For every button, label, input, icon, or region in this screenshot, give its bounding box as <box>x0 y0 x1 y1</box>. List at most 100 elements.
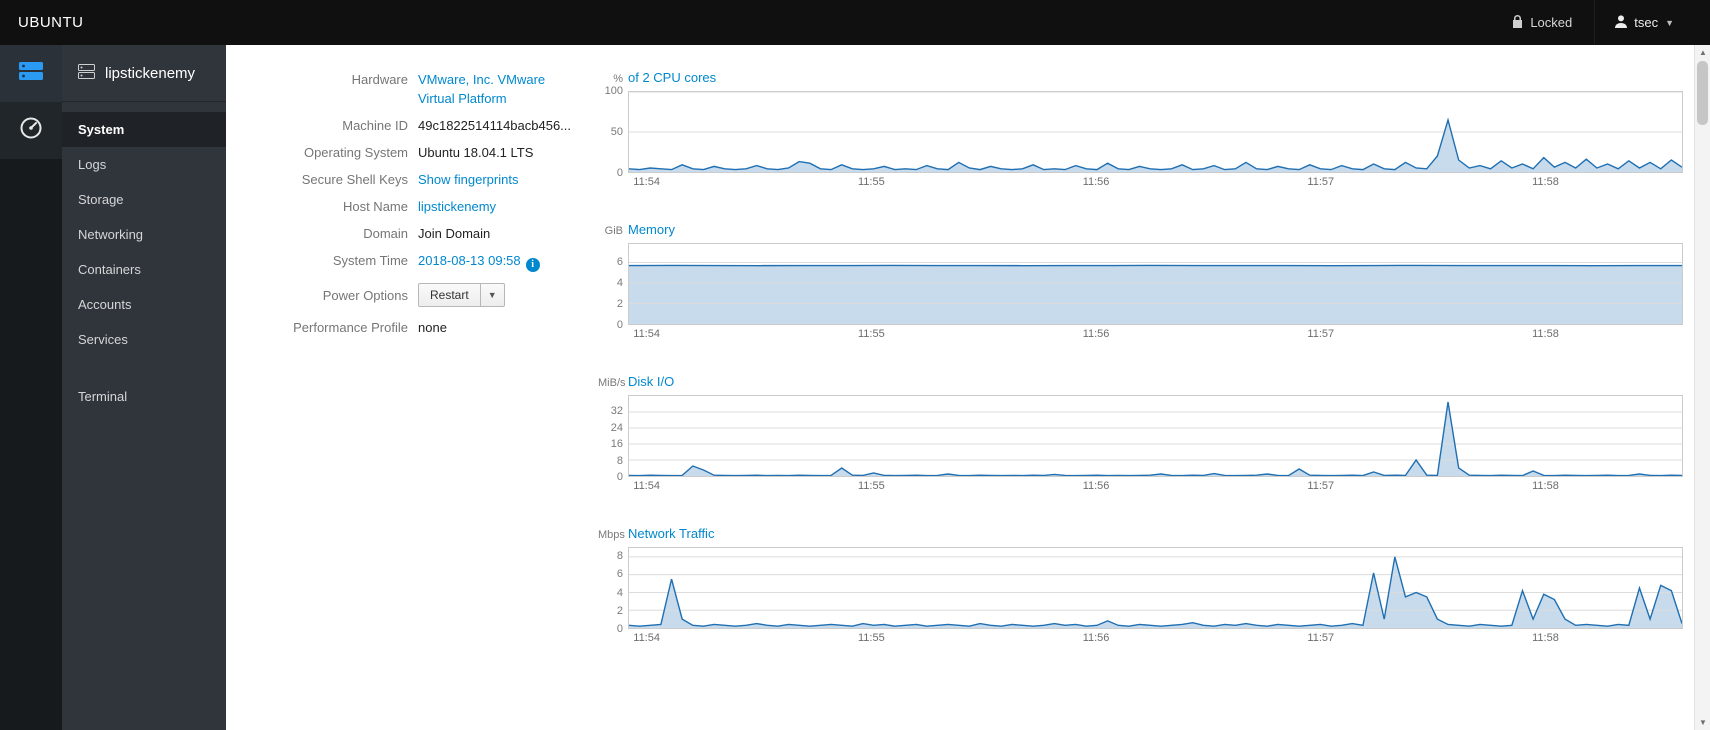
machine-id-label: Machine ID <box>342 118 408 133</box>
join-domain-value[interactable]: Join Domain <box>418 224 598 243</box>
hardware-link[interactable]: VMware, Inc. VMware Virtual Platform <box>418 72 545 106</box>
y-tick-label: 0 <box>616 623 623 635</box>
memory-chart: GiB Memory 0246 11:54 11:55 11:56 11:57 11:5… <box>598 222 1683 345</box>
y-tick-label: 100 <box>604 85 623 97</box>
cpu-unit-label: % <box>613 73 623 85</box>
y-tick-label: 0 <box>616 471 623 483</box>
sidebar-divider <box>62 357 226 379</box>
system-time-link[interactable]: 2018-08-13 09:58 <box>418 253 521 268</box>
locked-label: Locked <box>1530 15 1573 30</box>
sidebar-item-system[interactable]: System <box>62 112 226 147</box>
system-time-label: System Time <box>332 253 408 268</box>
scrollbar-thumb[interactable] <box>1697 61 1708 125</box>
disk-io-chart-title-link[interactable]: Disk I/O <box>628 374 674 389</box>
cpu-x-axis: 11:54 11:55 11:56 11:57 11:58 <box>628 176 1683 193</box>
disk-io-y-axis: 0 8 16 24 32 <box>598 395 628 483</box>
sidebar-item-logs[interactable]: Logs <box>62 147 226 182</box>
x-tick-label: 11:54 <box>633 176 660 188</box>
os-value: Ubuntu 18.04.1 LTS <box>418 145 534 160</box>
memory-x-axis: 11:54 11:55 11:56 11:57 11:58 <box>628 328 1683 345</box>
power-options-label: Power Options <box>322 287 408 303</box>
sidebar: lipstickenemy System Logs Storage Networ… <box>62 45 226 730</box>
ssh-keys-label: Secure Shell Keys <box>301 172 408 187</box>
x-tick-label: 11:58 <box>1532 328 1559 340</box>
cpu-plot-area <box>628 91 1683 173</box>
x-tick-label: 11:57 <box>1307 480 1335 492</box>
vertical-scrollbar[interactable]: ▲ ▼ <box>1694 45 1710 730</box>
network-y-axis: 0 2 4 6 8 <box>598 547 628 635</box>
network-plot-area <box>628 547 1683 629</box>
main-content: Hardware VMware, Inc. VMware Virtual Pla… <box>226 45 1693 730</box>
topbar-right: Locked tsec ▼ <box>1490 0 1710 45</box>
disk-io-x-axis: 11:54 11:55 11:56 11:57 11:58 <box>628 480 1683 497</box>
top-bar: UBUNTU Locked tsec ▼ <box>0 0 1710 45</box>
scroll-down-arrow[interactable]: ▼ <box>1695 715 1710 730</box>
rail-item-dashboard[interactable] <box>0 102 62 159</box>
network-unit-label: Mbps <box>598 529 625 541</box>
memory-chart-title-link[interactable]: Memory <box>628 222 675 237</box>
y-tick-label: 0 <box>616 167 623 179</box>
restart-button[interactable]: Restart <box>418 283 481 307</box>
detail-row-hostname: Host Name lipstickenemy <box>250 197 598 216</box>
sidebar-item-networking[interactable]: Networking <box>62 217 226 252</box>
system-details: Hardware VMware, Inc. VMware Virtual Pla… <box>250 70 598 730</box>
dashboard-gauge-icon <box>19 117 43 144</box>
x-tick-label: 11:55 <box>857 328 885 340</box>
memory-y-axis: 0 2 4 6 <box>598 243 628 331</box>
x-tick-label: 11:58 <box>1532 480 1559 492</box>
network-chart-title-link[interactable]: Network Traffic <box>628 526 714 541</box>
detail-row-power-options: Power Options Restart ▼ <box>250 280 598 310</box>
y-tick-label: 2 <box>616 297 623 310</box>
user-menu[interactable]: tsec ▼ <box>1594 0 1694 45</box>
x-tick-label: 11:54 <box>633 632 660 644</box>
x-tick-label: 11:56 <box>1082 632 1110 644</box>
x-tick-label: 11:58 <box>1532 632 1559 644</box>
user-icon <box>1615 14 1628 31</box>
cpu-chart: % of 2 CPU cores 0 50 100 11:54 11:55 11:56 1… <box>598 70 1683 193</box>
memory-unit-label: GiB <box>604 225 623 237</box>
domain-label: Domain <box>363 226 408 241</box>
network-traffic-chart: Mbps Network Traffic 02468 11:54 11:55 11:… <box>598 526 1683 649</box>
x-tick-label: 11:56 <box>1082 480 1110 492</box>
host-name-label: Host Name <box>342 199 408 214</box>
network-x-axis: 11:54 11:55 11:56 11:57 11:58 <box>628 632 1683 649</box>
sidebar-item-storage[interactable]: Storage <box>62 182 226 217</box>
y-tick-label: 50 <box>610 126 623 138</box>
host-icon <box>78 63 95 83</box>
y-tick-label: 16 <box>610 438 623 451</box>
detail-row-hardware: Hardware VMware, Inc. VMware Virtual Pla… <box>250 70 598 108</box>
memory-plot-area <box>628 243 1683 325</box>
host-name-link[interactable]: lipstickenemy <box>418 199 496 214</box>
restart-dropdown-caret[interactable]: ▼ <box>480 283 505 307</box>
sidebar-item-accounts[interactable]: Accounts <box>62 287 226 322</box>
x-tick-label: 11:56 <box>1082 176 1110 188</box>
x-tick-label: 11:54 <box>633 328 660 340</box>
disk-io-plot-area <box>628 395 1683 477</box>
x-tick-label: 11:54 <box>633 480 660 492</box>
detail-row-performance-profile: Performance Profile none <box>250 318 598 337</box>
detail-row-domain: Domain Join Domain <box>250 224 598 243</box>
sidebar-item-containers[interactable]: Containers <box>62 252 226 287</box>
y-tick-label: 32 <box>610 405 623 418</box>
hardware-value: VMware, Inc. VMware Virtual Platform <box>418 70 598 108</box>
hardware-label: Hardware <box>351 72 408 87</box>
sidebar-item-services[interactable]: Services <box>62 322 226 357</box>
left-icon-rail <box>0 45 62 730</box>
locked-button[interactable]: Locked <box>1490 0 1594 45</box>
scroll-up-arrow[interactable]: ▲ <box>1695 45 1710 60</box>
brand-title: UBUNTU <box>18 14 84 31</box>
x-tick-label: 11:57 <box>1307 176 1335 188</box>
sidebar-item-terminal[interactable]: Terminal <box>62 379 226 414</box>
os-label: Operating System <box>303 145 408 160</box>
x-tick-label: 11:57 <box>1307 328 1335 340</box>
cpu-y-axis: 0 50 100 <box>598 85 628 179</box>
info-icon[interactable]: i <box>525 258 540 272</box>
user-label: tsec <box>1634 15 1659 30</box>
cpu-chart-title-link[interactable]: of 2 CPU cores <box>628 70 716 85</box>
show-fingerprints-link[interactable]: Show fingerprints <box>418 172 518 187</box>
chevron-down-icon: ▼ <box>1665 17 1674 28</box>
y-tick-label: 6 <box>616 255 623 268</box>
disk-io-chart: MiB/s Disk I/O 0 8 16 24 32 11:54 11:55 11:56 1… <box>598 374 1683 497</box>
rail-item-host[interactable] <box>0 45 62 102</box>
y-tick-label: 24 <box>610 421 623 434</box>
